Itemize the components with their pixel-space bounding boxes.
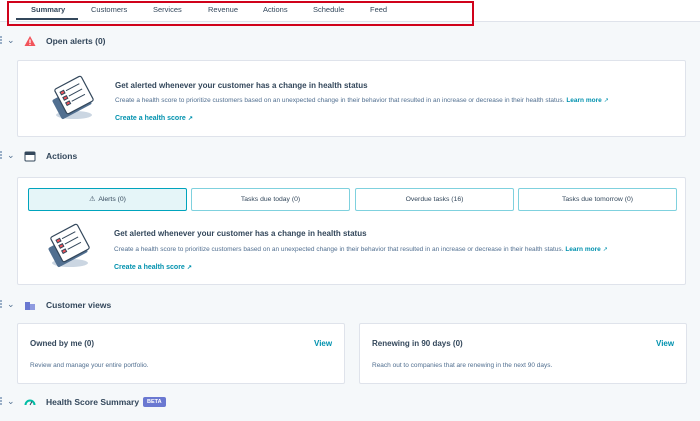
learn-more-link[interactable]: Learn more bbox=[566, 97, 601, 104]
customer-view-card-renewing[interactable]: Renewing in 90 days (0) View Reach out t… bbox=[359, 323, 687, 384]
view-title: Renewing in 90 days (0) bbox=[372, 339, 463, 348]
promo-title: Get alerted whenever your customer has a… bbox=[114, 229, 367, 238]
section-title: Open alerts (0) bbox=[46, 36, 106, 46]
drag-handle-icon[interactable] bbox=[0, 36, 3, 46]
view-link[interactable]: View bbox=[314, 339, 332, 348]
overdue-tasks-button[interactable]: Overdue tasks (16) bbox=[355, 188, 514, 211]
learn-more-link[interactable]: Learn more bbox=[565, 246, 600, 253]
checklist-illustration-icon bbox=[48, 223, 90, 267]
customer-views-header[interactable]: ⌄ Customer views bbox=[0, 298, 700, 314]
tasks-due-tomorrow-button[interactable]: Tasks due tomorrow (0) bbox=[518, 188, 677, 211]
alerts-button[interactable]: ⚠ Alerts (0) bbox=[28, 188, 187, 211]
chevron-down-icon[interactable]: ⌄ bbox=[7, 35, 15, 46]
promo-title: Get alerted whenever your customer has a… bbox=[115, 81, 368, 90]
create-health-score-link[interactable]: Create a health score ↗ bbox=[114, 264, 192, 271]
chevron-down-icon[interactable]: ⌄ bbox=[7, 150, 15, 161]
open-alerts-header[interactable]: ⌄ Open alerts (0) bbox=[0, 34, 700, 50]
promo-text: Create a health score to prioritize cust… bbox=[115, 97, 609, 104]
section-title: Actions bbox=[46, 151, 78, 161]
actions-header[interactable]: ⌄ Actions bbox=[0, 149, 700, 165]
drag-handle-icon[interactable] bbox=[0, 397, 3, 407]
warning-icon bbox=[24, 36, 36, 46]
external-link-icon: ↗ bbox=[602, 247, 608, 253]
customer-view-card-owned[interactable]: Owned by me (0) View Review and manage y… bbox=[17, 323, 345, 384]
building-icon bbox=[25, 302, 35, 310]
warning-icon: ⚠ bbox=[89, 196, 96, 203]
chevron-down-icon[interactable]: ⌄ bbox=[7, 299, 15, 310]
view-link[interactable]: View bbox=[656, 339, 674, 348]
health-score-header[interactable]: ⌄ Health Score Summary BETA bbox=[0, 395, 700, 411]
promo-text: Create a health score to prioritize cust… bbox=[114, 246, 608, 253]
gauge-icon bbox=[24, 399, 36, 406]
highlight-box bbox=[7, 1, 474, 26]
calendar-icon bbox=[24, 151, 36, 162]
external-link-icon: ↗ bbox=[187, 116, 193, 122]
view-description: Reach out to companies that are renewing… bbox=[372, 362, 553, 369]
create-health-score-link[interactable]: Create a health score ↗ bbox=[115, 115, 193, 122]
section-title: Health Score Summary bbox=[46, 397, 140, 407]
tasks-due-today-button[interactable]: Tasks due today (0) bbox=[191, 188, 350, 211]
external-link-icon: ↗ bbox=[186, 265, 192, 271]
external-link-icon: ↗ bbox=[603, 98, 609, 104]
drag-handle-icon[interactable] bbox=[0, 300, 3, 310]
drag-handle-icon[interactable] bbox=[0, 151, 3, 161]
open-alerts-card: Get alerted whenever your customer has a… bbox=[17, 60, 686, 137]
view-description: Review and manage your entire portfolio. bbox=[30, 362, 149, 369]
section-title: Customer views bbox=[46, 300, 112, 310]
beta-badge: BETA bbox=[143, 397, 166, 407]
chevron-down-icon[interactable]: ⌄ bbox=[7, 396, 15, 407]
checklist-illustration-icon bbox=[52, 75, 94, 119]
view-title: Owned by me (0) bbox=[30, 339, 95, 348]
